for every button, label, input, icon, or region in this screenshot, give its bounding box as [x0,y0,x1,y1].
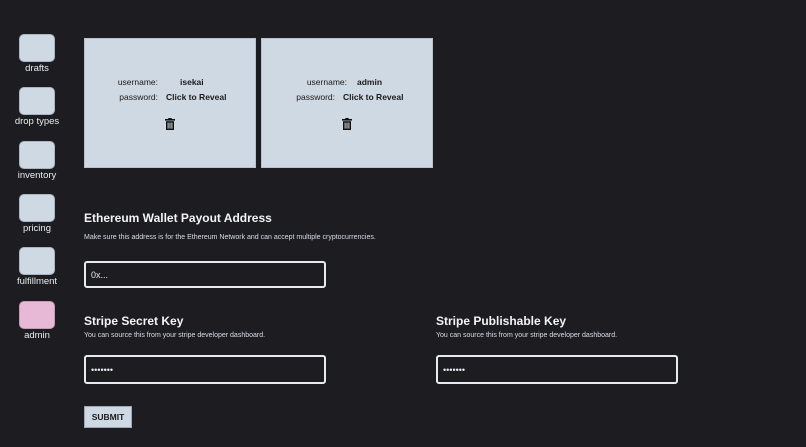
sidebar-item-label: pricing [23,223,51,234]
sidebar-item-pricing[interactable]: pricing [19,194,55,234]
sidebar-item-drop-types[interactable]: drop types [15,87,59,127]
trash-icon[interactable] [164,118,176,130]
sidebar-item-label: drafts [25,63,49,74]
account-card: username: admin password: Click to Revea… [261,38,433,168]
password-label: password: [296,92,335,102]
stripe-publishable-help-text: You can source this from your stripe dev… [436,332,618,339]
username-value: admin [357,77,383,87]
reveal-password-link[interactable]: Click to Reveal [166,92,226,102]
account-card: username: isekai password: Click to Reve… [84,38,256,168]
admin-tile[interactable] [19,301,55,329]
username-label: username: [117,77,158,87]
username-label: username: [306,77,347,87]
sidebar-item-inventory[interactable]: inventory [18,141,56,181]
password-label: password: [119,92,158,102]
stripe-secret-key-input[interactable] [84,355,326,384]
submit-button[interactable]: SUBMIT [84,406,132,428]
sidebar-item-admin[interactable]: admin [19,301,55,341]
stripe-publishable-key-input[interactable] [436,355,678,384]
drop-types-tile[interactable] [19,87,55,115]
wallet-help-text: Make sure this address is for the Ethere… [84,234,376,241]
sidebar-item-label: fulfillment [16,276,58,287]
wallet-address-input[interactable] [84,261,326,288]
sidebar-item-label: drop types [14,116,60,127]
stripe-secret-heading: Stripe Secret Key [84,314,184,328]
sidebar-item-fulfillment[interactable]: fulfillment [17,247,57,287]
pricing-tile[interactable] [19,194,55,222]
drafts-tile[interactable] [19,34,55,62]
sidebar-item-label: admin [24,330,50,341]
reveal-password-link[interactable]: Click to Reveal [343,92,403,102]
stripe-secret-help-text: You can source this from your stripe dev… [84,332,266,339]
stripe-publishable-heading: Stripe Publishable Key [436,314,567,328]
trash-icon[interactable] [341,118,353,130]
fulfillment-tile[interactable] [19,247,55,275]
username-value: isekai [180,77,204,87]
sidebar-item-label: inventory [17,170,57,181]
inventory-tile[interactable] [19,141,55,169]
wallet-heading: Ethereum Wallet Payout Address [84,211,272,225]
sidebar-item-drafts[interactable]: drafts [19,34,55,74]
